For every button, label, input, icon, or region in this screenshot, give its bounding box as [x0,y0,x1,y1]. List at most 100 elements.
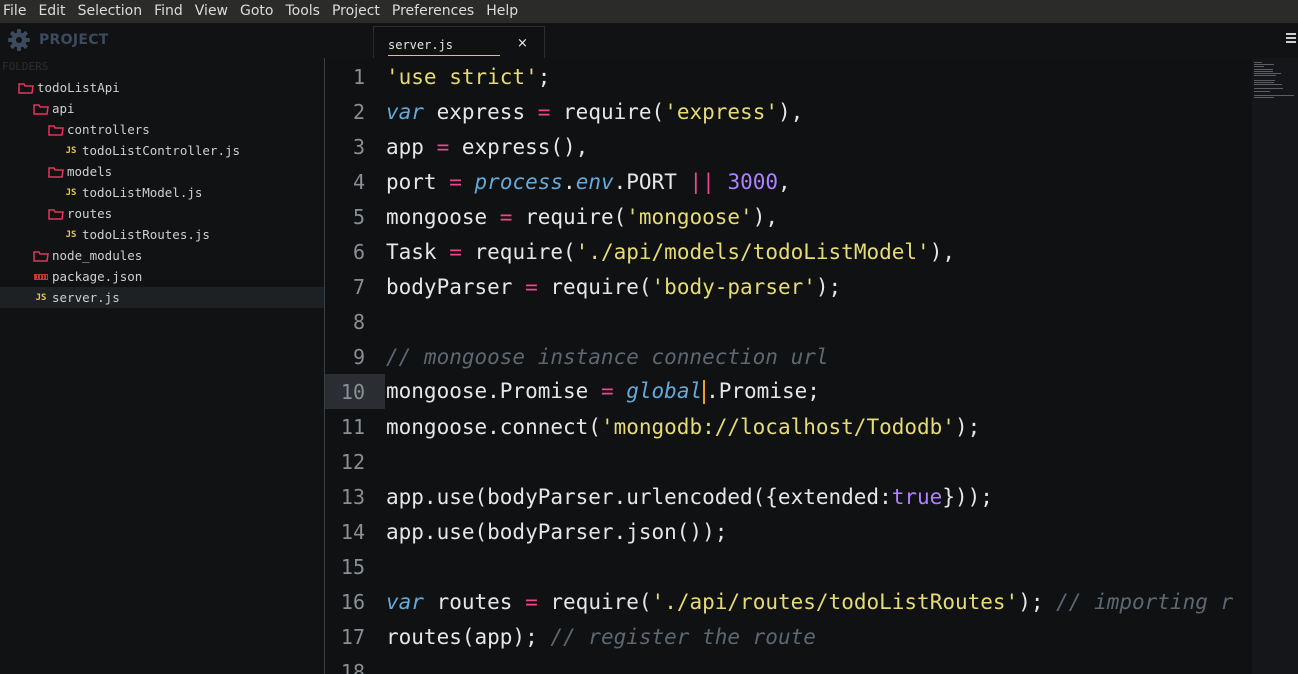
code-token: require( [537,274,652,299]
code-token: var [386,99,424,124]
line-code: bodyParser = require('body-parser'); [386,275,841,299]
minimap-line [1254,95,1295,96]
code-line: 4 port = process.env.PORT || 3000, [325,164,1252,199]
project-header[interactable]: PROJECT [7,29,109,51]
line-number: 1 [352,64,365,89]
code-token: = [449,169,462,194]
code-token: routes(app); [386,624,551,649]
code-line: 9 // mongoose instance connection url [325,339,1252,374]
folders-label: FOLDERS [2,60,49,73]
code-token: express(), [449,134,589,159]
hamburger-icon[interactable] [1286,33,1296,45]
line-number: 15 [340,554,365,579]
code-token: = [436,134,450,159]
tree-item-label: controllers [67,122,150,137]
menu-preferences[interactable]: Preferences [389,0,481,23]
line-number: 10 [340,379,365,404]
code-token: './api/routes/todoListRoutes' [651,589,1019,614]
line-code: var routes = require('./api/routes/todoL… [386,590,1233,614]
menu-help[interactable]: Help [483,0,525,23]
code-token: // mongoose instance connection url [386,344,829,369]
code-line: 11 mongoose.connect('mongodb://localhost/… [325,409,1252,444]
code-token: mongoose.Promise [386,379,601,403]
folder-icon [48,166,64,178]
menu-bar: File Edit Selection Find View Goto Tools Projec… [0,0,1298,23]
menu-tools[interactable]: Tools [282,0,327,23]
code-editor[interactable]: 1'use strict'; 2 var express = require('ex… [324,58,1252,674]
tree-folder[interactable]: api [0,98,324,119]
line-code: app = express(), [386,135,588,159]
menu-find[interactable]: Find [151,0,190,23]
line-number: 11 [340,414,365,439]
tree-file[interactable]: JS todoListRoutes.js [0,224,324,245]
line-code: mongoose.Promise = global .Promise; [386,379,820,404]
js-file-icon: JS [65,229,77,240]
tree-file[interactable]: JS todoListController.js [0,140,324,161]
tree-folder[interactable]: routes [0,203,324,224]
code-line: 2 var express = require('express'), [325,94,1252,129]
code-token: = [525,589,538,614]
code-token: bodyParser [386,274,526,299]
code-token: 'body-parser' [651,274,816,299]
file-tree: todoListApi api controllers JS todoListContr… [0,77,324,308]
line-number: 7 [352,274,365,299]
menu-edit[interactable]: Edit [35,0,72,23]
code-token: ); [1018,589,1057,614]
tree-folder[interactable]: todoListApi [0,77,324,98]
code-token: .PORT [613,169,690,194]
code-token: global [626,379,703,403]
minimap-line [1254,62,1262,63]
minimap-line [1254,90,1271,92]
code-line: 5 mongoose = require('mongoose'), [325,199,1252,234]
code-token: app.use(bodyParser.urlencoded({extended: [386,484,892,509]
tree-file[interactable]: package.json [0,266,324,287]
code-line: 17 routes(app); // register the route [325,619,1252,654]
code-token: express [423,99,538,124]
code-token: routes [423,589,526,614]
code-token: // importing r [1056,589,1234,614]
tree-folder[interactable]: controllers [0,119,324,140]
code-token: 'mongoose' [626,204,753,229]
tab-server-js[interactable]: server.js × [373,26,545,58]
code-token: env [575,169,614,194]
code-line: 6 Task = require('./api/models/todoListMo… [325,234,1252,269]
minimap[interactable] [1252,58,1298,674]
tab-active-indicator [388,55,500,56]
line-number: 12 [340,449,365,474]
tree-folder[interactable]: node_modules [0,245,324,266]
minimap-line [1254,70,1273,72]
tree-item-label: todoListModel.js [82,185,203,200]
code-token: require( [512,204,627,229]
tree-item-label: todoListRoutes.js [82,227,210,242]
close-icon[interactable]: × [517,36,528,51]
code-token: // register the route [550,624,816,649]
code-token: mongoose.connect( [386,414,601,439]
js-file-icon: JS [65,187,77,198]
tree-item-label: todoListApi [37,80,120,95]
code-token: require( [461,239,576,264]
code-token: . [563,169,576,194]
code-token: = [600,379,614,403]
code-token: || [689,169,715,194]
tree-file[interactable]: JS todoListModel.js [0,182,324,203]
tree-file[interactable]: JS server.js [0,287,324,308]
tree-item-label: node_modules [52,248,143,263]
tree-folder[interactable]: models [0,161,324,182]
line-code: // mongoose instance connection url [386,345,829,369]
code-token: 'mongodb://localhost/Tododb' [600,414,955,439]
menu-selection[interactable]: Selection [75,0,150,23]
menu-file[interactable]: File [0,0,33,23]
menu-project[interactable]: Project [329,0,387,23]
code-line: 1 'use strict'; [325,59,1252,94]
line-code: var express = require('express'), [386,100,803,124]
menu-view[interactable]: View [192,0,235,23]
line-number: 8 [352,309,365,334]
line-code: mongoose = require('mongoose'), [386,205,778,229]
menu-goto[interactable]: Goto [237,0,280,23]
minimap-line [1254,84,1283,85]
package-file-icon [33,271,49,283]
code-line: 13 app.use(bodyParser.urlencoded({extende… [325,479,1252,514]
code-line: 16 var routes = require('./api/routes/tod… [325,584,1252,619]
code-line: 8 [325,304,1252,339]
